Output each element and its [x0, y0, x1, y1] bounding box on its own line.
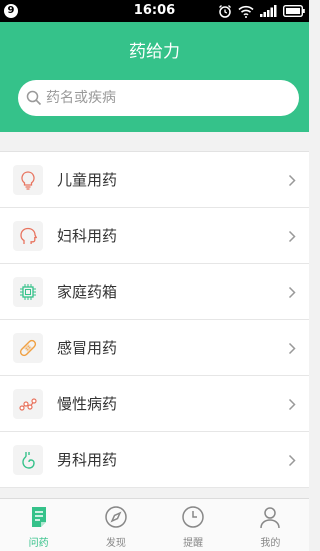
list-item-cold-medicine[interactable]: 感冒用药 — [0, 320, 309, 376]
signal-icon — [260, 5, 277, 17]
search-bar[interactable] — [18, 80, 299, 116]
stomach-icon — [13, 445, 43, 475]
molecule-icon — [13, 389, 43, 419]
wifi-icon — [238, 5, 254, 18]
lightbulb-icon — [13, 165, 43, 195]
status-icons — [218, 4, 305, 18]
list-item-label: 家庭药箱 — [57, 283, 118, 301]
compass-icon — [105, 506, 127, 528]
tab-ask-medicine[interactable]: 问药 — [0, 499, 77, 551]
chevron-right-icon — [288, 230, 296, 243]
document-icon — [31, 507, 46, 527]
list-item-label: 妇科用药 — [57, 227, 118, 245]
header: 药给力 — [0, 22, 309, 132]
chip-icon — [13, 277, 43, 307]
chevron-right-icon — [288, 342, 296, 355]
list-item-chronic-disease-medicine[interactable]: 慢性病药 — [0, 376, 309, 432]
chevron-right-icon — [288, 174, 296, 187]
list-item-label: 儿童用药 — [57, 171, 118, 189]
bandage-icon — [13, 333, 43, 363]
list-item-gynecology-medicine[interactable]: 妇科用药 — [0, 208, 309, 264]
list-item-children-medicine[interactable]: 儿童用药 — [0, 152, 309, 208]
list-item-label: 慢性病药 — [57, 395, 118, 413]
page-title: 药给力 — [129, 42, 180, 62]
tab-reminder[interactable]: 提醒 — [155, 499, 232, 551]
tab-discover[interactable]: 发现 — [77, 499, 154, 551]
bottom-tab-bar: 问药 发现 提醒 我的 — [0, 498, 309, 551]
tab-label: 我的 — [260, 538, 281, 549]
alarm-icon — [219, 5, 231, 18]
tab-profile[interactable]: 我的 — [232, 499, 309, 551]
battery-icon — [283, 5, 305, 17]
tab-label: 问药 — [28, 538, 49, 549]
list-item-home-medicine-box[interactable]: 家庭药箱 — [0, 264, 309, 320]
chevron-right-icon — [288, 454, 296, 467]
list-item-mens-medicine[interactable]: 男科用药 — [0, 432, 309, 488]
tab-label: 提醒 — [183, 538, 204, 549]
category-list: 儿童用药 妇科用药 家庭药箱 感冒用药 慢性病药 男科用药 — [0, 151, 309, 488]
tab-label: 发现 — [105, 538, 126, 549]
list-item-label: 感冒用药 — [57, 339, 118, 357]
search-input[interactable] — [46, 80, 286, 116]
head-profile-icon — [13, 221, 43, 251]
status-bar: 9 16:06 — [0, 0, 309, 22]
user-icon — [260, 507, 281, 529]
list-item-label: 男科用药 — [57, 451, 118, 469]
clock-icon — [182, 506, 204, 528]
chevron-right-icon — [288, 398, 296, 411]
search-icon — [26, 90, 42, 106]
chevron-right-icon — [288, 286, 296, 299]
